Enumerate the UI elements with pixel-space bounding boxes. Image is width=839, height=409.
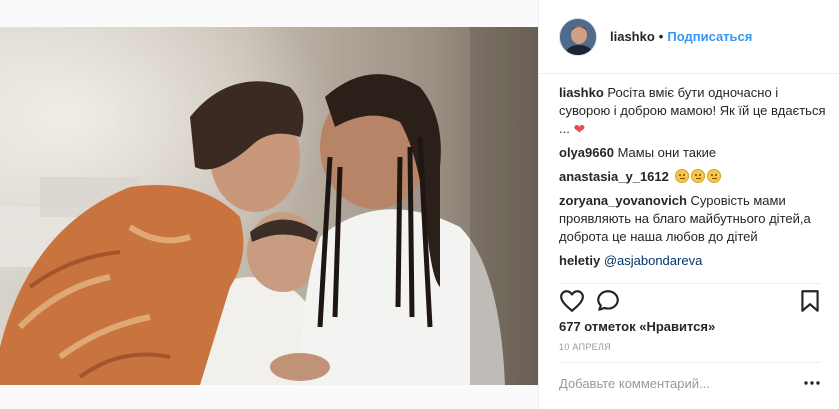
post-side-panel: liashko • Подписаться liashko Росіта вмі… [538,0,839,409]
neutral-face-emoji-icon [690,169,705,183]
comment-username[interactable]: heletiy [559,253,600,268]
comment-item: olya9660 Мамы они такие [559,144,827,162]
comment-item: anastasia_y_1612 [559,168,827,186]
post-photo-image [0,27,538,385]
follow-button[interactable]: Подписаться [667,29,752,44]
comments-list: liashko Росіта вміє бути одночасно і сув… [559,84,827,276]
avatar-image [560,18,596,55]
caption: liashko Росіта вміє бути одночасно і сув… [559,84,827,138]
comment-item: heletiy @asjabondareva [559,252,827,270]
red-heart-emoji-icon: ❤ [573,121,586,137]
comment-username[interactable]: zoryana_yovanovich [559,193,687,208]
likes-count[interactable]: 677 отметок «Нравится» [559,319,715,334]
add-comment-input[interactable] [559,372,799,394]
comment-mention-link[interactable]: @asjabondareva [604,253,702,268]
comment-username[interactable]: olya9660 [559,145,614,160]
bookmark-icon[interactable] [797,288,823,314]
neutral-face-emoji-icon [706,169,721,183]
post-header: liashko • Подписаться [539,0,839,74]
comment-item: zoryana_yovanovich Суровість мами проявл… [559,192,827,246]
speech-bubble-icon[interactable] [595,288,621,314]
post-actions [539,288,839,316]
comment-text: Мамы они такие [617,145,717,160]
heart-outline-icon[interactable] [559,288,585,314]
author-username[interactable]: liashko [610,29,655,44]
more-options-icon[interactable] [803,377,821,389]
header-separator: • [658,29,664,44]
instagram-post: liashko • Подписаться liashko Росіта вмі… [0,0,839,409]
author-avatar[interactable] [559,17,597,56]
post-photo[interactable] [0,27,538,385]
neutral-face-emoji-icon [674,169,689,183]
comment-username[interactable]: anastasia_y_1612 [559,169,669,184]
post-date[interactable]: 10 апреля [559,342,611,352]
actions-divider [559,283,821,284]
caption-username[interactable]: liashko [559,85,604,100]
add-comment-divider [559,362,821,363]
